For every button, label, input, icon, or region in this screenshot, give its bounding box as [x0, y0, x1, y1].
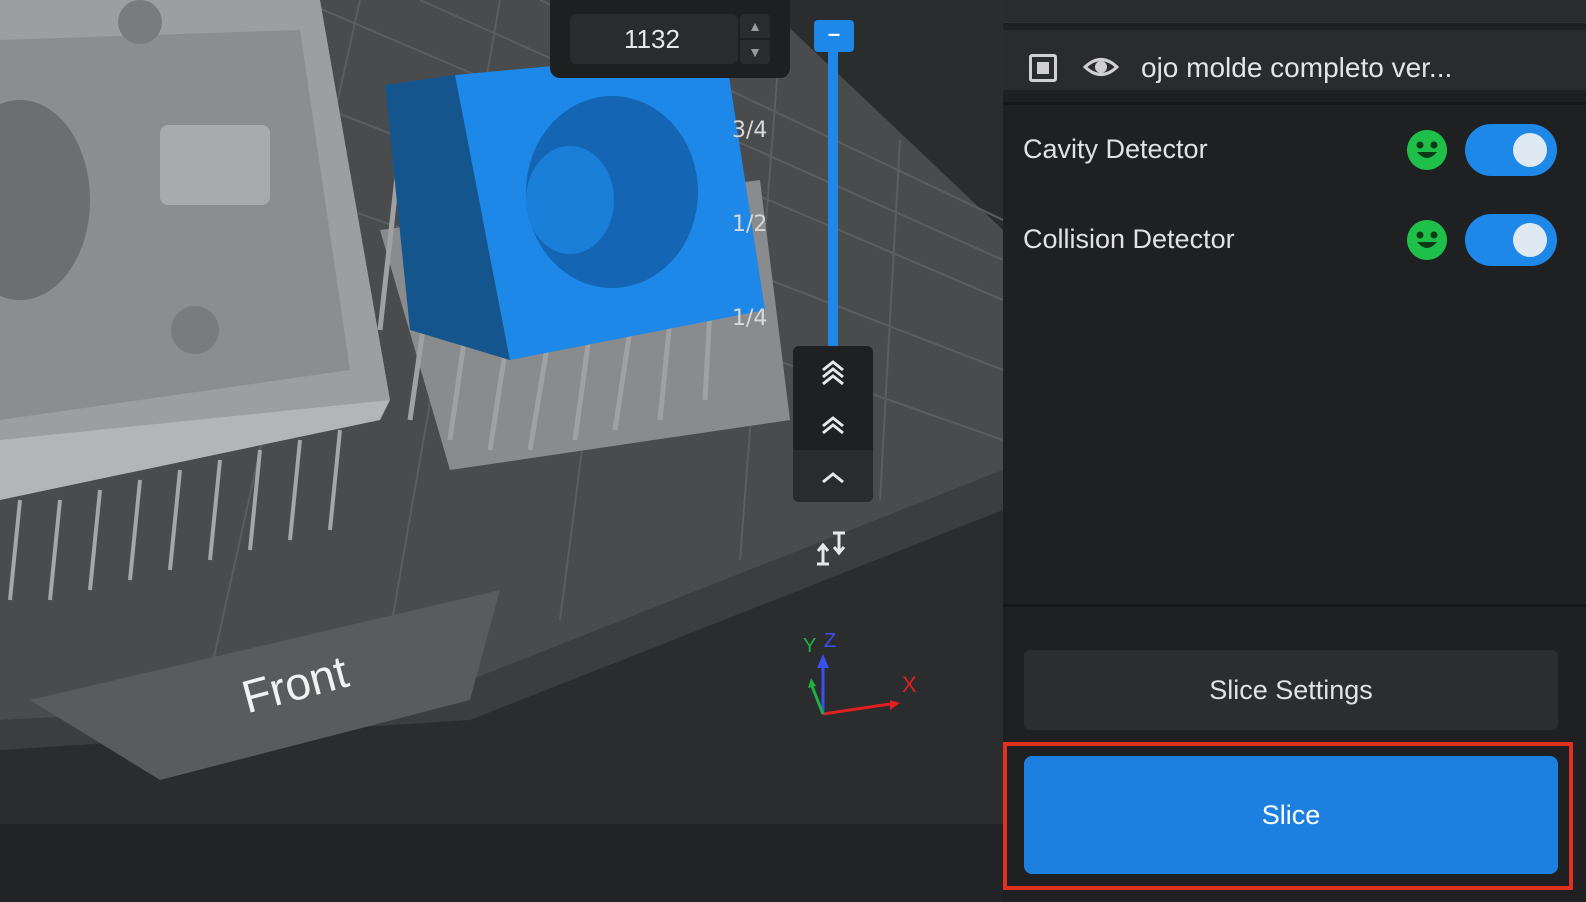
cavity-detector-label: Cavity Detector	[1023, 134, 1208, 164]
object-select-checkbox[interactable]	[1029, 54, 1057, 82]
axis-z-label: Z	[824, 630, 836, 652]
layer-slider-track[interactable]	[828, 48, 838, 348]
highlight-box	[1003, 742, 1573, 890]
viewport-bottom-bar	[0, 824, 1003, 902]
eye-icon[interactable]	[1083, 54, 1119, 80]
collision-detector-row: Collision Detector	[1003, 206, 1586, 276]
divider	[1003, 604, 1586, 607]
cavity-detector-toggle[interactable]	[1465, 124, 1557, 176]
smile-icon	[1407, 130, 1447, 170]
double-chevron-up-icon	[822, 416, 844, 435]
object-row-partial[interactable]	[1003, 0, 1586, 23]
layer-control: 1132 ▲ ▼	[550, 0, 790, 78]
toggle-knob	[1513, 133, 1547, 167]
object-row[interactable]: ojo molde completo ver...	[1003, 30, 1586, 90]
top-layer-button[interactable]	[793, 346, 873, 398]
fraction-half: 1/2	[732, 212, 768, 237]
layer-nav-buttons	[793, 346, 873, 502]
collision-detector-label: Collision Detector	[1023, 224, 1235, 254]
collision-detector-toggle[interactable]	[1465, 214, 1557, 266]
fraction-quarter: 1/4	[732, 306, 768, 331]
3d-viewport[interactable]: Front 1132 ▲ ▼ – 3/4 1/2 1/4 Y Z X	[0, 0, 1003, 824]
swap-layers-icon[interactable]	[815, 530, 851, 566]
stepper-down-icon[interactable]: ▼	[740, 40, 770, 64]
axis-x-label: X	[902, 672, 917, 697]
object-name: ojo molde completo ver...	[1141, 52, 1453, 83]
axis-gizmo: Y Z X	[803, 630, 917, 716]
smile-icon	[1407, 220, 1447, 260]
page-up-button[interactable]	[793, 398, 873, 450]
axis-y-label: Y	[803, 635, 816, 657]
chevron-up-icon	[822, 472, 844, 484]
layer-input[interactable]: 1132	[570, 14, 738, 64]
slice-settings-button[interactable]: Slice Settings	[1024, 650, 1558, 730]
toggle-knob	[1513, 223, 1547, 257]
cavity-detector-row: Cavity Detector	[1003, 116, 1586, 186]
triple-chevron-up-icon	[822, 360, 844, 386]
layer-stepper[interactable]: ▲ ▼	[740, 14, 770, 64]
step-up-button[interactable]	[793, 450, 873, 502]
layer-slider-handle[interactable]: –	[814, 20, 854, 52]
fraction-three-quarters: 3/4	[732, 118, 768, 143]
stepper-up-icon[interactable]: ▲	[740, 14, 770, 38]
divider	[1003, 102, 1586, 105]
